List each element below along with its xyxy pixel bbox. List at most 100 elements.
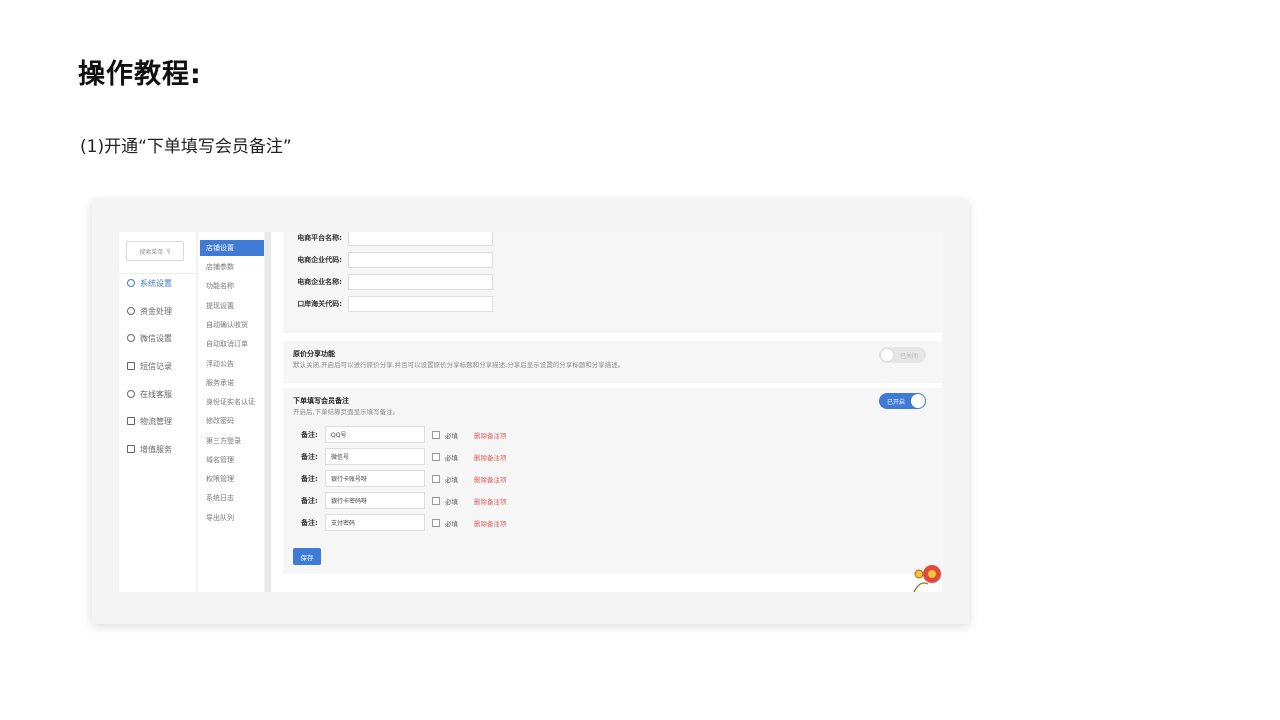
- menu-search-input[interactable]: 搜索菜单 ⚲: [126, 241, 184, 261]
- toggle-knob: [911, 394, 925, 408]
- remark-label: 备注:: [301, 496, 318, 505]
- step-title: (1)开通“下单填写会员备注”: [80, 137, 292, 157]
- sidebar-item-label: 物流管理: [140, 416, 172, 426]
- required-checkbox[interactable]: [432, 452, 440, 461]
- remark-input[interactable]: 银行卡账号呀: [325, 470, 425, 487]
- toggle-label: 已开启: [887, 398, 906, 406]
- search-icon: ⚲: [166, 247, 171, 255]
- save-button[interactable]: 保存: [293, 548, 321, 565]
- customs-code-input[interactable]: [348, 295, 493, 312]
- company-code-input[interactable]: [348, 251, 493, 268]
- form-row: 电商平台名称:: [283, 232, 493, 246]
- required-checkbox[interactable]: [432, 430, 440, 439]
- share-section-title: 原价分享功能: [293, 350, 335, 358]
- truck-icon: [127, 417, 135, 425]
- sidebar-item-system-settings[interactable]: 系统设置: [127, 275, 172, 291]
- share-toggle[interactable]: 已关闭: [879, 347, 926, 363]
- remark-row: 备注: 微信号 必填 删除备注项: [301, 448, 507, 465]
- delete-remark-link[interactable]: 删除备注项: [474, 452, 507, 462]
- remark-label: 备注:: [301, 518, 318, 527]
- mascot-icon: [913, 565, 941, 592]
- remark-row: 备注: 银行卡密码呀 必填 删除备注项: [301, 492, 507, 509]
- sidebar-divider: [119, 273, 196, 274]
- required-checkbox[interactable]: [432, 518, 440, 527]
- delete-remark-link[interactable]: 删除备注项: [474, 518, 507, 528]
- remark-toggle[interactable]: 已开启: [879, 393, 926, 409]
- subnav-item[interactable]: 修改密码: [200, 413, 264, 429]
- subnav-item[interactable]: 系统日志: [200, 490, 264, 506]
- platform-name-input[interactable]: [348, 232, 493, 246]
- remark-input[interactable]: QQ号: [325, 426, 425, 443]
- required-checkbox[interactable]: [432, 474, 440, 483]
- remark-row: 备注: 银行卡账号呀 必填 删除备注项: [301, 470, 507, 487]
- field-label: 电商企业代码:: [297, 255, 342, 264]
- subnav-item[interactable]: 店铺参数: [200, 259, 264, 275]
- sidebar-item-label: 增值服务: [140, 444, 172, 454]
- sidebar-item-service[interactable]: 在线客服: [127, 386, 172, 402]
- remark-feature-card: 下单填写会员备注 开启后,下单结算页面显示填写备注。 已开启 备注: QQ号 必…: [283, 388, 942, 574]
- subnav-item[interactable]: 浮动公告: [200, 356, 264, 372]
- remark-input[interactable]: 银行卡密码呀: [325, 492, 425, 509]
- remark-row: 备注: QQ号 必填 删除备注项: [301, 426, 507, 443]
- subnav-item[interactable]: 第三方登录: [200, 433, 264, 449]
- subnav-item[interactable]: 导出队列: [200, 510, 264, 526]
- required-checkbox[interactable]: [432, 496, 440, 505]
- sidebar-item-value-added[interactable]: 增值服务: [127, 441, 172, 457]
- money-icon: [127, 307, 135, 315]
- sidebar-item-label: 在线客服: [140, 389, 172, 399]
- subnav-item[interactable]: 提现设置: [200, 298, 264, 314]
- delete-remark-link[interactable]: 删除备注项: [474, 430, 507, 440]
- remark-label: 备注:: [301, 452, 318, 461]
- sidebar-item-label: 短信记录: [140, 361, 172, 371]
- delete-remark-link[interactable]: 删除备注项: [474, 496, 507, 506]
- ecommerce-form-card: 电商平台名称: 电商企业代码: 电商企业名称: 口岸海关代码:: [283, 232, 942, 333]
- remark-input[interactable]: 微信号: [325, 448, 425, 465]
- share-feature-card: 原价分享功能 默认关闭,开启后可以进行原价分享,并且可以设置原价分享标题和分享描…: [283, 341, 942, 383]
- toggle-label: 已关闭: [899, 352, 918, 360]
- subnav-item[interactable]: 权限管理: [200, 471, 264, 487]
- toggle-knob: [880, 348, 894, 362]
- company-name-input[interactable]: [348, 273, 493, 290]
- sidebar-item-label: 微信设置: [140, 333, 172, 343]
- mail-icon: [127, 362, 135, 370]
- remark-section-title: 下单填写会员备注: [293, 397, 349, 405]
- subnav-item[interactable]: 自动确认收货: [200, 317, 264, 333]
- headset-icon: [127, 390, 135, 398]
- share-section-desc: 默认关闭,开启后可以进行原价分享,并且可以设置原价分享标题和分享描述,分享后显示…: [293, 361, 625, 369]
- subnav-item[interactable]: 服务承诺: [200, 375, 264, 391]
- remark-input[interactable]: 支付密码: [325, 514, 425, 531]
- field-label: 电商平台名称:: [297, 233, 342, 242]
- primary-sidebar: 搜索菜单 ⚲ 系统设置 资金处理 微信设置 短信记录 在线客服 物流管理 增值服…: [119, 232, 196, 592]
- sidebar-item-wechat[interactable]: 微信设置: [127, 330, 172, 346]
- form-row: 电商企业代码:: [283, 251, 493, 268]
- sidebar-item-label: 系统设置: [140, 278, 172, 288]
- subnav-item[interactable]: 功能名称: [200, 278, 264, 294]
- remark-row: 备注: 支付密码 必填 删除备注项: [301, 514, 507, 531]
- remark-label: 备注:: [301, 474, 318, 483]
- sidebar-item-logistics[interactable]: 物流管理: [127, 413, 172, 429]
- sidebar-item-funds[interactable]: 资金处理: [127, 303, 172, 319]
- main-content: 电商平台名称: 电商企业代码: 电商企业名称: 口岸海关代码: 原价分享功能 默…: [271, 232, 942, 592]
- required-label: 必填: [445, 519, 458, 528]
- required-label: 必填: [445, 431, 458, 440]
- subnav-item[interactable]: 店铺设置: [200, 240, 264, 256]
- chart-icon: [127, 445, 135, 453]
- field-label: 口岸海关代码:: [297, 299, 342, 308]
- field-label: 电商企业名称:: [297, 277, 342, 286]
- required-label: 必填: [445, 453, 458, 462]
- subnav-item[interactable]: 自动取消订单: [200, 336, 264, 352]
- menu-search-placeholder: 搜索菜单: [139, 248, 164, 256]
- gear-icon: [127, 279, 135, 287]
- sidebar-item-label: 资金处理: [140, 306, 172, 316]
- secondary-sidebar: 店铺设置 店铺参数 功能名称 提现设置 自动确认收货 自动取消订单 浮动公告 服…: [197, 232, 264, 592]
- doc-title: 操作教程:: [78, 59, 202, 90]
- admin-screenshot: 搜索菜单 ⚲ 系统设置 资金处理 微信设置 短信记录 在线客服 物流管理 增值服…: [119, 232, 942, 592]
- subnav-item[interactable]: 身份证实名认证: [200, 394, 264, 410]
- remark-label: 备注:: [301, 430, 318, 439]
- subnav-item[interactable]: 域名管理: [200, 452, 264, 468]
- form-row: 口岸海关代码:: [283, 295, 493, 312]
- screenshot-frame: 搜索菜单 ⚲ 系统设置 资金处理 微信设置 短信记录 在线客服 物流管理 增值服…: [92, 200, 969, 624]
- delete-remark-link[interactable]: 删除备注项: [474, 474, 507, 484]
- sidebar-item-sms[interactable]: 短信记录: [127, 358, 172, 374]
- required-label: 必填: [445, 475, 458, 484]
